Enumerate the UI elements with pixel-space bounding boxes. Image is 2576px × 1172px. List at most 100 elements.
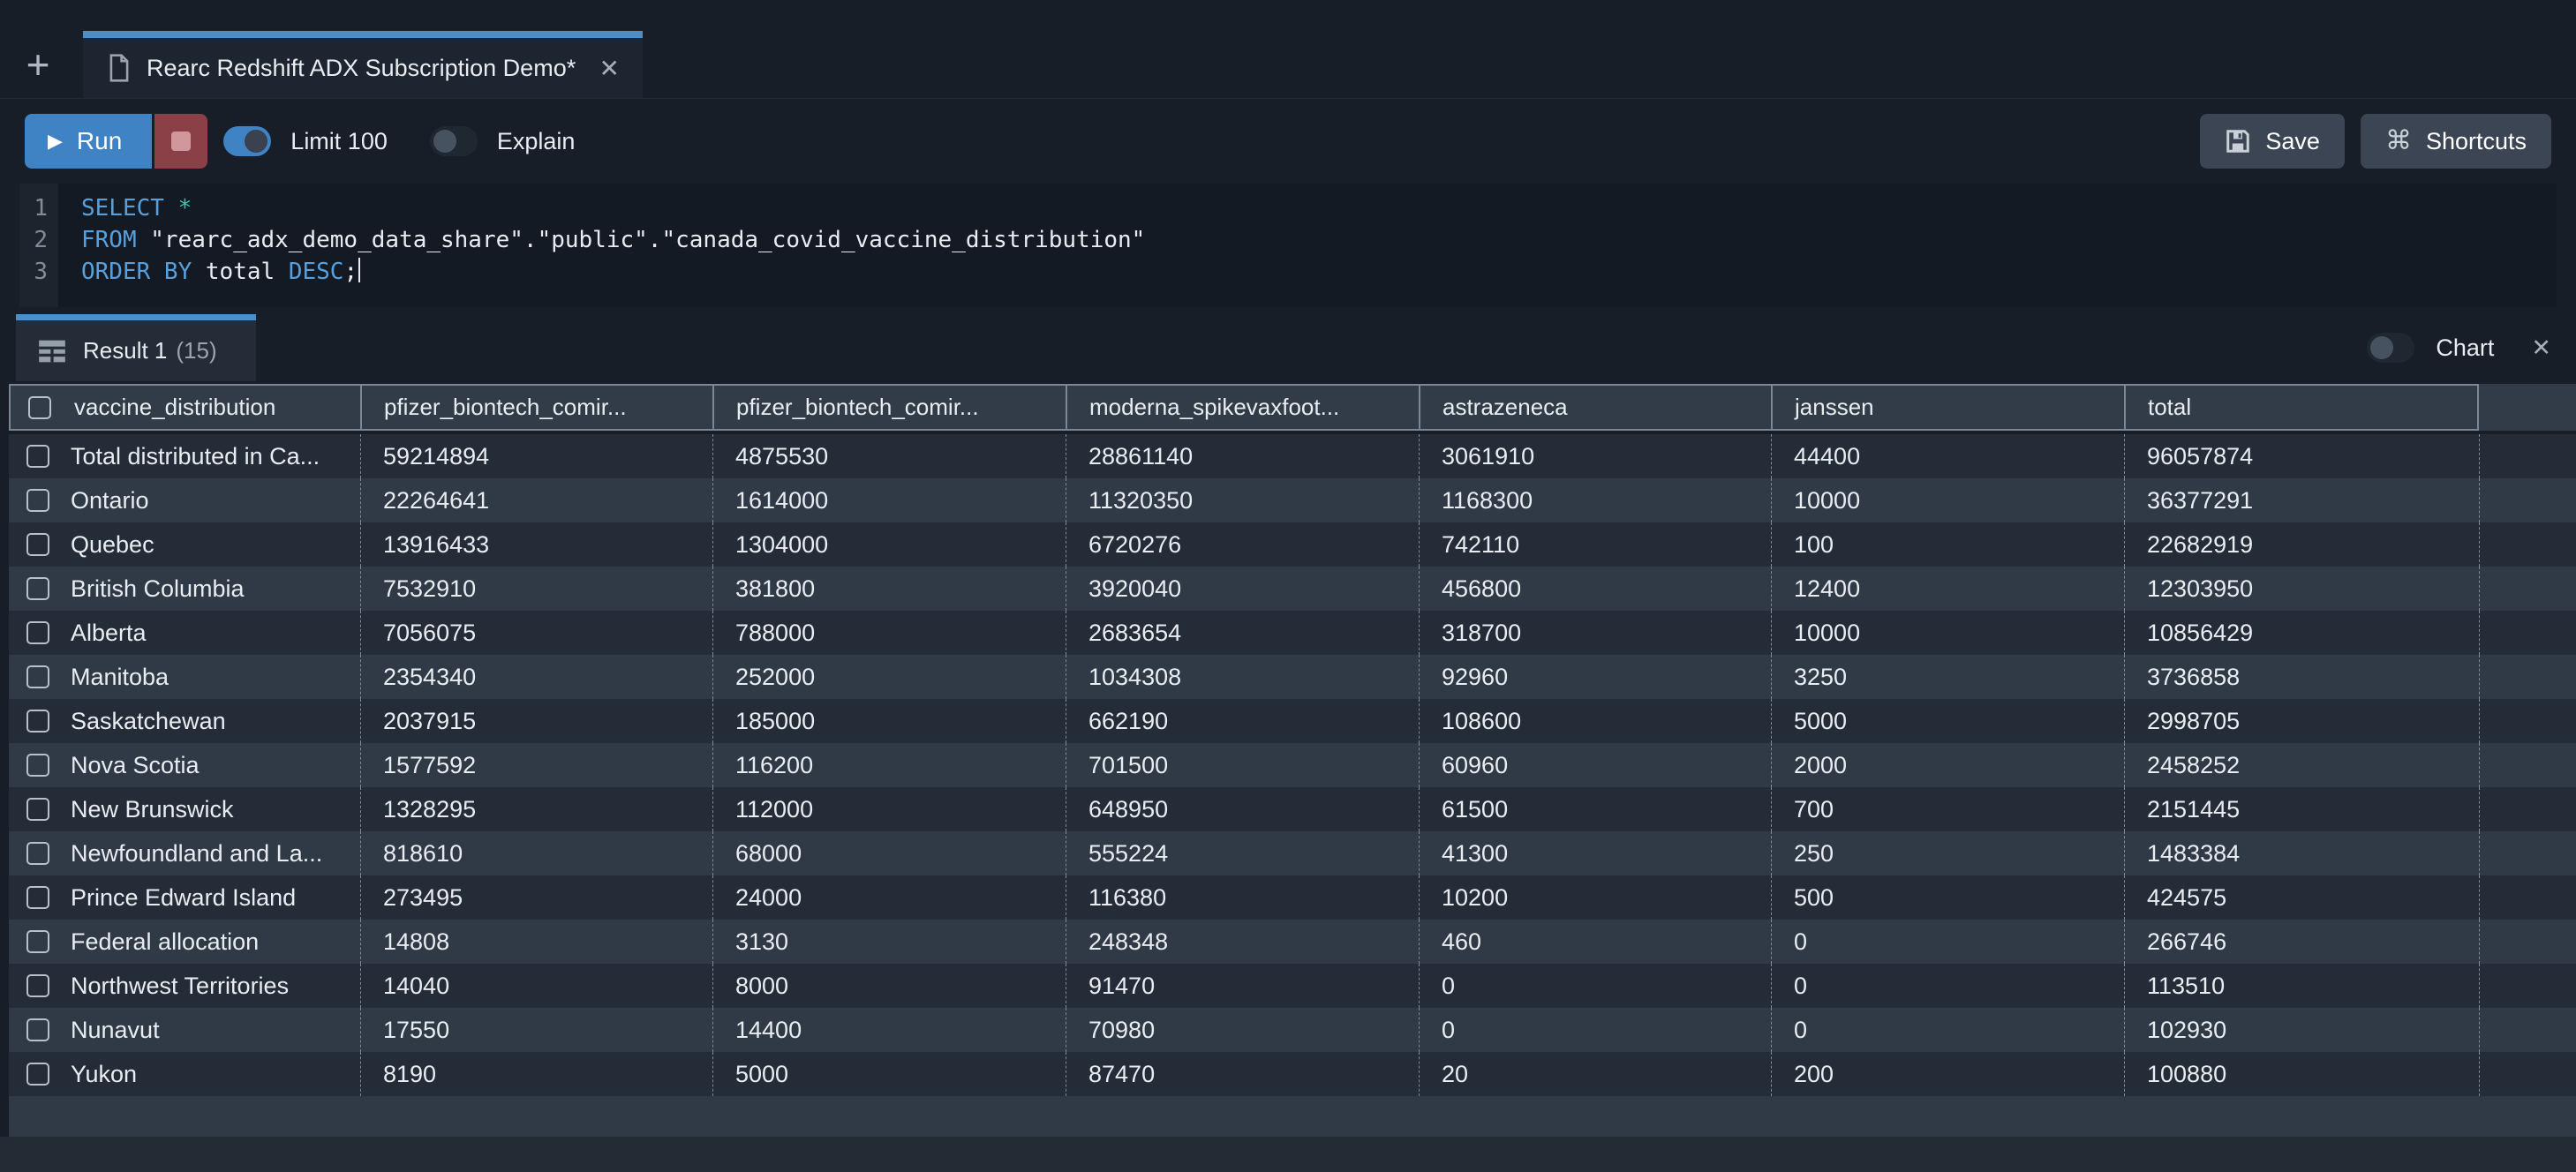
data-cell[interactable]: 3061910 [1419,434,1771,478]
data-cell[interactable]: 200 [1771,1052,2124,1096]
data-cell[interactable]: 185000 [712,699,1066,743]
data-cell[interactable]: 500 [1771,875,2124,920]
column-header-label[interactable]: vaccine_distribution [9,384,360,431]
data-cell[interactable]: 3920040 [1066,567,1419,611]
data-cell[interactable]: 59214894 [360,434,712,478]
result-tab[interactable]: Result 1 (15) [16,314,256,381]
data-cell[interactable]: 6720276 [1066,522,1419,567]
row-checkbox[interactable] [26,1018,49,1041]
data-cell[interactable]: 44400 [1771,434,2124,478]
data-cell[interactable]: 460 [1419,920,1771,964]
data-cell[interactable]: 1483384 [2124,831,2479,875]
data-cell[interactable]: 788000 [712,611,1066,655]
data-cell[interactable]: 4875530 [712,434,1066,478]
data-cell[interactable]: 96057874 [2124,434,2479,478]
data-cell[interactable]: 2000 [1771,743,2124,787]
row-label-cell[interactable]: Saskatchewan [9,699,360,743]
row-checkbox[interactable] [26,445,49,468]
data-cell[interactable]: 11320350 [1066,478,1419,522]
data-cell[interactable]: 8190 [360,1052,712,1096]
data-cell[interactable]: 100 [1771,522,2124,567]
row-label-cell[interactable]: Quebec [9,522,360,567]
results-close-icon[interactable]: ✕ [2531,334,2551,362]
row-checkbox[interactable] [26,974,49,997]
data-cell[interactable]: 92960 [1419,655,1771,699]
column-header-1[interactable]: pfizer_biontech_comir... [360,384,712,431]
data-cell[interactable]: 555224 [1066,831,1419,875]
data-cell[interactable]: 5000 [712,1052,1066,1096]
column-header-4[interactable]: astrazeneca [1419,384,1771,431]
data-cell[interactable]: 108600 [1419,699,1771,743]
editor-tab-active[interactable]: Rearc Redshift ADX Subscription Demo* ✕ [83,31,643,98]
row-label-cell[interactable]: Federal allocation [9,920,360,964]
row-label-cell[interactable]: Alberta [9,611,360,655]
data-cell[interactable]: 61500 [1419,787,1771,831]
data-cell[interactable]: 248348 [1066,920,1419,964]
stop-button[interactable] [154,114,207,169]
data-cell[interactable]: 10000 [1771,478,2124,522]
data-cell[interactable]: 7056075 [360,611,712,655]
row-checkbox[interactable] [26,842,49,865]
data-cell[interactable]: 102930 [2124,1008,2479,1052]
data-cell[interactable]: 7532910 [360,567,712,611]
sql-editor[interactable]: 123 SELECT *FROM "rearc_adx_demo_data_sh… [19,184,2557,307]
data-cell[interactable]: 1034308 [1066,655,1419,699]
data-cell[interactable]: 742110 [1419,522,1771,567]
data-cell[interactable]: 28861140 [1066,434,1419,478]
row-checkbox[interactable] [26,489,49,512]
data-cell[interactable]: 87470 [1066,1052,1419,1096]
data-cell[interactable]: 0 [1771,920,2124,964]
data-cell[interactable]: 266746 [2124,920,2479,964]
data-cell[interactable]: 12303950 [2124,567,2479,611]
data-cell[interactable]: 100880 [2124,1052,2479,1096]
data-cell[interactable]: 2037915 [360,699,712,743]
data-cell[interactable]: 60960 [1419,743,1771,787]
data-cell[interactable]: 1168300 [1419,478,1771,522]
data-cell[interactable]: 14040 [360,964,712,1008]
row-label-cell[interactable]: Prince Edward Island [9,875,360,920]
explain-toggle[interactable] [430,126,478,156]
data-cell[interactable]: 14808 [360,920,712,964]
row-label-cell[interactable]: Total distributed in Ca... [9,434,360,478]
row-checkbox[interactable] [26,533,49,556]
data-cell[interactable]: 701500 [1066,743,1419,787]
data-cell[interactable]: 2998705 [2124,699,2479,743]
data-cell[interactable]: 22682919 [2124,522,2479,567]
row-label-cell[interactable]: Newfoundland and La... [9,831,360,875]
row-checkbox[interactable] [26,577,49,600]
data-cell[interactable]: 381800 [712,567,1066,611]
row-checkbox[interactable] [26,621,49,644]
shortcuts-button[interactable]: ⌘ Shortcuts [2361,114,2551,169]
data-cell[interactable]: 3130 [712,920,1066,964]
data-cell[interactable]: 5000 [1771,699,2124,743]
row-checkbox[interactable] [26,798,49,821]
row-label-cell[interactable]: New Brunswick [9,787,360,831]
data-cell[interactable]: 36377291 [2124,478,2479,522]
data-cell[interactable]: 3250 [1771,655,2124,699]
data-cell[interactable]: 1577592 [360,743,712,787]
row-checkbox[interactable] [26,710,49,732]
select-all-checkbox[interactable] [28,396,51,419]
data-cell[interactable]: 700 [1771,787,2124,831]
data-cell[interactable]: 12400 [1771,567,2124,611]
column-header-6[interactable]: total [2124,384,2479,431]
data-cell[interactable]: 1328295 [360,787,712,831]
row-label-cell[interactable]: Manitoba [9,655,360,699]
data-cell[interactable]: 13916433 [360,522,712,567]
data-cell[interactable]: 424575 [2124,875,2479,920]
chart-toggle[interactable] [2367,333,2414,363]
data-cell[interactable]: 112000 [712,787,1066,831]
data-cell[interactable]: 2354340 [360,655,712,699]
data-cell[interactable]: 0 [1771,1008,2124,1052]
data-cell[interactable]: 250 [1771,831,2124,875]
run-button[interactable]: ▶ Run [25,114,152,169]
data-cell[interactable]: 818610 [360,831,712,875]
data-cell[interactable]: 0 [1771,964,2124,1008]
data-cell[interactable]: 20 [1419,1052,1771,1096]
column-header-3[interactable]: moderna_spikevaxfoot... [1066,384,1419,431]
data-cell[interactable]: 10200 [1419,875,1771,920]
column-header-2[interactable]: pfizer_biontech_comir... [712,384,1066,431]
row-label-cell[interactable]: British Columbia [9,567,360,611]
new-tab-button[interactable]: + [16,31,60,98]
data-cell[interactable]: 116200 [712,743,1066,787]
